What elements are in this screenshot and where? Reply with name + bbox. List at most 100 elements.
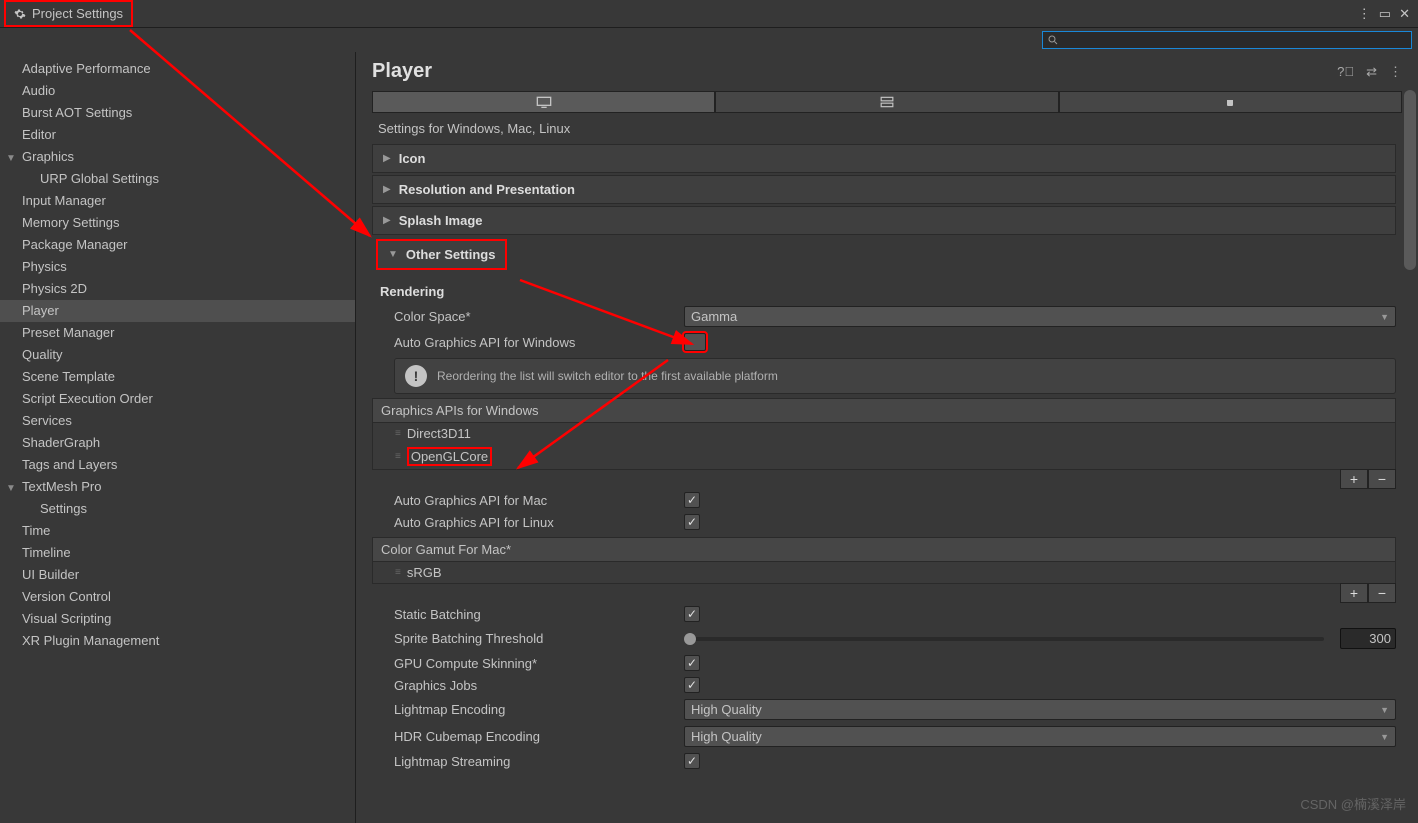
drag-handle-icon[interactable]: ≡	[395, 451, 399, 462]
sidebar-item-physics-2d[interactable]: Physics 2D	[0, 278, 355, 300]
content-panel: Player ?⃝ ⇄ ⋮ Settings for Windows, Mac,…	[356, 52, 1418, 823]
preset-icon[interactable]: ⇄	[1366, 64, 1377, 80]
api-item-openglcore[interactable]: ≡OpenGLCore	[373, 444, 1395, 469]
title-bar: Project Settings ⋮ ▭ ✕	[0, 0, 1418, 28]
sidebar-item-script-execution-order[interactable]: Script Execution Order	[0, 388, 355, 410]
page-title: Player	[372, 60, 432, 83]
gamut-item-srgb[interactable]: ≡sRGB	[373, 562, 1395, 583]
lightmap-encoding-dropdown[interactable]: High Quality▼	[684, 699, 1396, 720]
reorder-info: ! Reordering the list will switch editor…	[394, 358, 1396, 394]
graphics-apis-list: ≡Direct3D11≡OpenGLCore	[372, 423, 1396, 470]
sidebar-item-ui-builder[interactable]: UI Builder	[0, 564, 355, 586]
color-gamut-list: ≡sRGB	[372, 562, 1396, 584]
hdr-encoding-dropdown[interactable]: High Quality▼	[684, 726, 1396, 747]
sidebar-item-settings[interactable]: Settings	[0, 498, 355, 520]
chevron-down-icon: ▼	[1380, 732, 1389, 742]
sidebar-item-xr-plugin-management[interactable]: XR Plugin Management	[0, 630, 355, 652]
gear-icon	[14, 8, 26, 20]
info-icon: !	[405, 365, 427, 387]
section-icon[interactable]: ▶Icon	[372, 144, 1396, 173]
search-icon	[1047, 34, 1059, 46]
sidebar-item-physics[interactable]: Physics	[0, 256, 355, 278]
remove-gamut-button[interactable]: −	[1368, 583, 1396, 603]
sidebar-item-player[interactable]: Player	[0, 300, 355, 322]
auto-api-windows-checkbox[interactable]	[684, 333, 706, 351]
window-tab[interactable]: Project Settings	[4, 0, 133, 27]
sidebar-item-shadergraph[interactable]: ShaderGraph	[0, 432, 355, 454]
close-icon[interactable]: ✕	[1399, 6, 1410, 22]
sidebar-item-adaptive-performance[interactable]: Adaptive Performance	[0, 58, 355, 80]
lightmap-streaming-checkbox[interactable]: ✓	[684, 753, 700, 769]
sidebar-item-graphics[interactable]: ▼Graphics	[0, 146, 355, 168]
sidebar-item-burst-aot-settings[interactable]: Burst AOT Settings	[0, 102, 355, 124]
scroll-area[interactable]: Settings for Windows, Mac, Linux ▶Icon ▶…	[356, 113, 1418, 823]
sidebar-item-urp-global-settings[interactable]: URP Global Settings	[0, 168, 355, 190]
server-icon	[880, 96, 894, 108]
chevron-down-icon: ▼	[1380, 312, 1389, 322]
color-space-label: Color Space*	[394, 309, 684, 324]
chevron-down-icon: ▼	[6, 150, 16, 168]
tab-standalone[interactable]	[372, 91, 715, 113]
platform-tabs	[372, 91, 1402, 113]
tab-android[interactable]	[1059, 91, 1402, 113]
sidebar-item-editor[interactable]: Editor	[0, 124, 355, 146]
section-other-settings[interactable]: ▼Other Settings	[376, 239, 507, 270]
sprite-threshold-label: Sprite Batching Threshold	[394, 631, 684, 646]
sidebar-item-input-manager[interactable]: Input Manager	[0, 190, 355, 212]
search-input[interactable]	[1042, 31, 1412, 49]
static-batching-checkbox[interactable]: ✓	[684, 606, 700, 622]
drag-handle-icon[interactable]: ≡	[395, 428, 399, 439]
menu-icon[interactable]: ⋮	[1389, 64, 1402, 80]
sprite-threshold-slider[interactable]	[684, 637, 1324, 641]
platform-title: Settings for Windows, Mac, Linux	[372, 113, 1396, 144]
sidebar-item-preset-manager[interactable]: Preset Manager	[0, 322, 355, 344]
sidebar-item-audio[interactable]: Audio	[0, 80, 355, 102]
auto-api-linux-checkbox[interactable]: ✓	[684, 514, 700, 530]
section-resolution[interactable]: ▶Resolution and Presentation	[372, 175, 1396, 204]
sidebar-item-services[interactable]: Services	[0, 410, 355, 432]
window-buttons: ⋮ ▭ ✕	[1358, 6, 1414, 22]
search-row	[0, 28, 1418, 52]
static-batching-label: Static Batching	[394, 607, 684, 622]
sidebar-item-visual-scripting[interactable]: Visual Scripting	[0, 608, 355, 630]
window-title: Project Settings	[32, 6, 123, 21]
drag-handle-icon[interactable]: ≡	[395, 567, 399, 578]
auto-api-mac-checkbox[interactable]: ✓	[684, 492, 700, 508]
auto-api-linux-label: Auto Graphics API for Linux	[394, 515, 684, 530]
maximize-icon[interactable]: ▭	[1379, 6, 1391, 22]
sidebar-item-quality[interactable]: Quality	[0, 344, 355, 366]
gpu-skinning-label: GPU Compute Skinning*	[394, 656, 684, 671]
chevron-down-icon: ▼	[6, 480, 16, 498]
sidebar-item-textmesh-pro[interactable]: ▼TextMesh Pro	[0, 476, 355, 498]
watermark: CSDN @楠溪泽岸	[1300, 794, 1406, 813]
kebab-icon[interactable]: ⋮	[1358, 6, 1371, 22]
tab-server[interactable]	[715, 91, 1058, 113]
vertical-scrollbar[interactable]	[1404, 90, 1416, 823]
sprite-threshold-value[interactable]: 300	[1340, 628, 1396, 649]
auto-api-mac-label: Auto Graphics API for Mac	[394, 493, 684, 508]
sidebar-item-package-manager[interactable]: Package Manager	[0, 234, 355, 256]
lightmap-encoding-label: Lightmap Encoding	[394, 702, 684, 717]
sidebar-item-memory-settings[interactable]: Memory Settings	[0, 212, 355, 234]
api-item-direct3d11[interactable]: ≡Direct3D11	[373, 423, 1395, 444]
graphics-jobs-label: Graphics Jobs	[394, 678, 684, 693]
add-gamut-button[interactable]: +	[1340, 583, 1368, 603]
color-space-dropdown[interactable]: Gamma▼	[684, 306, 1396, 327]
graphics-jobs-checkbox[interactable]: ✓	[684, 677, 700, 693]
monitor-icon	[536, 96, 552, 108]
android-icon	[1224, 95, 1236, 109]
gpu-skinning-checkbox[interactable]: ✓	[684, 655, 700, 671]
auto-api-windows-label: Auto Graphics API for Windows	[394, 335, 684, 350]
content-header: Player ?⃝ ⇄ ⋮	[356, 52, 1418, 91]
sidebar-item-version-control[interactable]: Version Control	[0, 586, 355, 608]
remove-api-button[interactable]: −	[1368, 469, 1396, 489]
add-api-button[interactable]: +	[1340, 469, 1368, 489]
section-splash[interactable]: ▶Splash Image	[372, 206, 1396, 235]
help-icon[interactable]: ?⃝	[1337, 64, 1354, 80]
sidebar-item-time[interactable]: Time	[0, 520, 355, 542]
sidebar-item-scene-template[interactable]: Scene Template	[0, 366, 355, 388]
sidebar: Adaptive PerformanceAudioBurst AOT Setti…	[0, 52, 356, 823]
sidebar-item-timeline[interactable]: Timeline	[0, 542, 355, 564]
graphics-apis-header: Graphics APIs for Windows	[372, 398, 1396, 423]
sidebar-item-tags-and-layers[interactable]: Tags and Layers	[0, 454, 355, 476]
